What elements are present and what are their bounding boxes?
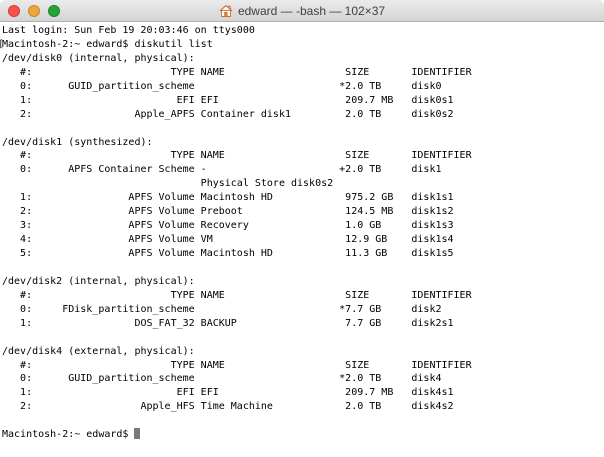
terminal-line: 2: Apple_HFS Time Machine 2.0 TB disk4s2 — [2, 400, 604, 414]
terminal-window: edward — -bash — 102×37 Last login: Sun … — [0, 0, 604, 457]
terminal-line: /dev/disk2 (internal, physical): — [2, 275, 604, 289]
terminal-line-text: #: TYPE NAME SIZE IDENTIFIER — [2, 289, 472, 301]
terminal-line: 2: Apple_APFS Container disk1 2.0 TB dis… — [2, 108, 604, 122]
terminal-line-text: 2: Apple_HFS Time Machine 2.0 TB disk4s2 — [2, 401, 454, 413]
home-folder-icon — [219, 4, 233, 18]
terminal-line: 2: APFS Volume Preboot 124.5 MB disk1s2 — [2, 205, 604, 219]
title-bar[interactable]: edward — -bash — 102×37 — [0, 0, 604, 22]
terminal-line-text: 1: EFI EFI 209.7 MB disk0s1 — [2, 94, 454, 106]
terminal-line-text: 0: FDisk_partition_scheme *7.7 GB disk2 — [2, 303, 442, 315]
terminal-line-text: 3: APFS Volume Recovery 1.0 GB disk1s3 — [2, 220, 454, 232]
terminal-line-text: Macintosh-2:~ edward$ diskutil list — [2, 38, 213, 50]
terminal-line-text: 0: GUID_partition_scheme *2.0 TB disk0 — [2, 80, 442, 92]
terminal-line: #: TYPE NAME SIZE IDENTIFIER — [2, 289, 604, 303]
terminal-line-text: 0: GUID_partition_scheme *2.0 TB disk4 — [2, 373, 442, 385]
terminal-line: 1: APFS Volume Macintosh HD 975.2 GB dis… — [2, 191, 604, 205]
terminal-line-text: 2: APFS Volume Preboot 124.5 MB disk1s2 — [2, 206, 454, 218]
terminal-line-text: 5: APFS Volume Macintosh HD 11.3 GB disk… — [2, 248, 454, 259]
terminal-line: 0: GUID_partition_scheme *2.0 TB disk4 — [2, 372, 604, 386]
command-mark: [ — [0, 38, 4, 52]
terminal-line-text: Last login: Sun Feb 19 20:03:46 on ttys0… — [2, 25, 255, 36]
terminal-line: 0: GUID_partition_scheme *2.0 TB disk0 — [2, 80, 604, 94]
terminal-line-text: 1: DOS_FAT_32 BACKUP 7.7 GB disk2s1 — [2, 317, 454, 329]
terminal-line-text: #: TYPE NAME SIZE IDENTIFIER — [2, 150, 472, 162]
terminal-line: #: TYPE NAME SIZE IDENTIFIER — [2, 66, 604, 80]
terminal-line: 4: APFS Volume VM 12.9 GB disk1s4 — [2, 233, 604, 247]
title-group: edward — -bash — 102×37 — [219, 4, 385, 18]
zoom-button[interactable] — [48, 4, 60, 17]
terminal-line: 5: APFS Volume Macintosh HD 11.3 GB disk… — [2, 247, 604, 261]
terminal-cursor — [134, 428, 141, 440]
terminal-line: /dev/disk4 (external, physical): — [2, 345, 604, 359]
terminal-line-text: /dev/disk2 (internal, physical): — [2, 275, 195, 287]
terminal-line-text: Physical Store disk0s2 — [2, 178, 334, 190]
window-title: edward — -bash — 102×37 — [237, 3, 386, 18]
terminal-line-text: #: TYPE NAME SIZE IDENTIFIER — [2, 66, 472, 78]
terminal-line-text: 0: APFS Container Scheme - +2.0 TB disk1 — [2, 164, 442, 176]
terminal-line-text: /dev/disk4 (external, physical): — [2, 345, 195, 357]
terminal-line: /dev/disk1 (synthesized): — [2, 136, 604, 150]
terminal-line-text: 2: Apple_APFS Container disk1 2.0 TB dis… — [2, 108, 454, 120]
terminal-line: 1: DOS_FAT_32 BACKUP 7.7 GB disk2s1 — [2, 317, 604, 331]
terminal-line: [Macintosh-2:~ edward$ diskutil list — [0, 38, 604, 52]
terminal-line: 1: EFI EFI 209.7 MB disk0s1 — [2, 94, 604, 108]
terminal-line: 3: APFS Volume Recovery 1.0 GB disk1s3 — [2, 219, 604, 233]
terminal-line: Physical Store disk0s2 — [2, 177, 604, 191]
terminal-line-text: /dev/disk0 (internal, physical): — [2, 52, 195, 64]
terminal-line: 0: FDisk_partition_scheme *7.7 GB disk2 — [2, 303, 604, 317]
terminal-line-text: #: TYPE NAME SIZE IDENTIFIER — [2, 359, 472, 371]
terminal-line: #: TYPE NAME SIZE IDENTIFIER — [2, 149, 604, 163]
close-button[interactable] — [8, 4, 20, 17]
terminal-line-text: /dev/disk1 (synthesized): — [2, 136, 153, 148]
terminal-line-text: Macintosh-2:~ edward$ — [2, 429, 135, 441]
terminal-line-text: 1: EFI EFI 209.7 MB disk4s1 — [2, 387, 454, 399]
minimize-button[interactable] — [28, 4, 40, 17]
terminal-line: Last login: Sun Feb 19 20:03:46 on ttys0… — [2, 24, 604, 38]
traffic-lights — [8, 0, 60, 21]
terminal-content[interactable]: Last login: Sun Feb 19 20:03:46 on ttys0… — [0, 22, 604, 456]
terminal-line: 1: EFI EFI 209.7 MB disk4s1 — [2, 386, 604, 400]
terminal-line: /dev/disk0 (internal, physical): — [2, 52, 604, 66]
terminal-line-text: 1: APFS Volume Macintosh HD 975.2 GB dis… — [2, 192, 454, 204]
terminal-line: Macintosh-2:~ edward$ — [2, 428, 604, 442]
terminal-line-text: 4: APFS Volume VM 12.9 GB disk1s4 — [2, 234, 454, 246]
terminal-line: #: TYPE NAME SIZE IDENTIFIER — [2, 359, 604, 373]
terminal-line: 0: APFS Container Scheme - +2.0 TB disk1 — [2, 163, 604, 177]
